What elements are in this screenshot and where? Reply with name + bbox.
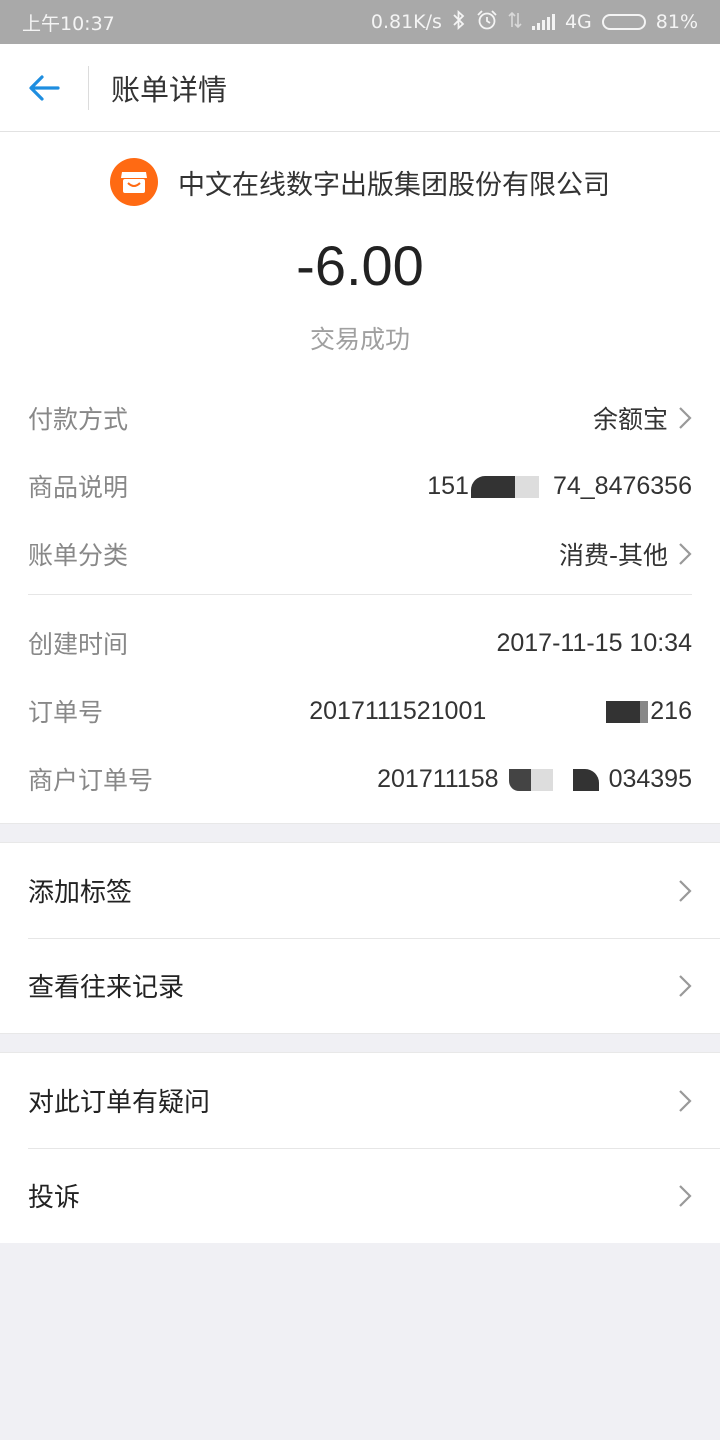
product-desc-row: 商品说明 151 74_8476356 (28, 452, 692, 520)
category-row[interactable]: 账单分类 消费-其他 (28, 520, 692, 588)
order-no-prefix: 2017111521001 (309, 696, 487, 725)
add-tag-label: 添加标签 (28, 878, 133, 908)
payment-method-text: 余额宝 (592, 405, 668, 434)
order-no-value: 2017111521001 216 (309, 697, 692, 726)
alarm-icon (476, 10, 498, 34)
chevron-right-icon (679, 879, 692, 902)
payment-method-row[interactable]: 付款方式 余额宝 (28, 384, 692, 452)
section-gap (0, 1033, 720, 1053)
product-desc-label: 商品说明 (28, 473, 129, 502)
transaction-summary: 中文在线数字出版集团股份有限公司 -6.00 交易成功 (0, 132, 720, 384)
order-no-suffix: 216 (650, 696, 692, 725)
data-arrows-icon (508, 10, 522, 34)
status-icons: 0.81K/s 4G 81% (370, 9, 698, 34)
created-time-row: 创建时间 2017-11-15 10:34 (28, 609, 692, 677)
add-tag-item[interactable]: 添加标签 (0, 843, 720, 938)
transaction-status: 交易成功 (309, 325, 410, 354)
payment-method-value: 余额宝 (593, 400, 692, 436)
redaction-mask (508, 765, 599, 794)
merchant-order-no-label: 商户订单号 (28, 766, 154, 795)
category-value: 消费-其他 (559, 536, 692, 572)
back-button[interactable] (0, 44, 88, 132)
view-history-item[interactable]: 查看往来记录 (0, 938, 720, 1033)
battery-level: 81% (655, 11, 698, 33)
status-bar: 上午10:37 0.81K/s 4G 81% (0, 0, 720, 44)
chevron-right-icon (679, 543, 692, 565)
merchant-order-no-row: 商户订单号 201711158 034395 (28, 745, 692, 813)
product-desc-value: 151 74_8476356 (427, 472, 692, 501)
nav-header: 账单详情 (0, 44, 720, 132)
category-label: 账单分类 (28, 541, 129, 570)
header-divider (88, 65, 89, 110)
created-time-label: 创建时间 (28, 630, 129, 659)
payment-method-label: 付款方式 (28, 405, 129, 434)
merchant-order-no-prefix: 201711158 (377, 764, 499, 793)
merchant-name: 中文在线数字出版集团股份有限公司 (178, 169, 610, 201)
category-text: 消费-其他 (558, 541, 668, 570)
signal-icon (531, 14, 555, 30)
merchant-order-no-value: 201711158 034395 (377, 765, 692, 794)
chevron-right-icon (679, 974, 692, 997)
merchant-order-no-suffix: 034395 (608, 764, 692, 793)
product-desc-prefix: 151 (427, 471, 469, 500)
complaint-label: 投诉 (28, 1183, 81, 1213)
details-group-2: 创建时间 2017-11-15 10:34 订单号 2017111521001 … (28, 609, 692, 823)
network-speed: 0.81K/s (370, 11, 442, 33)
chevron-right-icon (679, 1089, 692, 1112)
chevron-right-icon (679, 407, 692, 429)
battery-icon (601, 14, 646, 30)
complaint-item[interactable]: 投诉 (0, 1148, 720, 1243)
menu-section-1: 添加标签 查看往来记录 (0, 843, 720, 1033)
page-title: 账单详情 (111, 72, 228, 107)
product-desc-suffix: 74_8476356 (552, 471, 692, 500)
chevron-right-icon (679, 1184, 692, 1207)
section-gap (0, 823, 720, 843)
order-no-label: 订单号 (28, 698, 104, 727)
menu-section-2: 对此订单有疑问 投诉 (0, 1053, 720, 1243)
merchant-info: 中文在线数字出版集团股份有限公司 (0, 156, 720, 208)
view-history-label: 查看往来记录 (28, 973, 185, 1003)
shop-icon (110, 158, 158, 206)
transaction-amount: -6.00 (296, 234, 424, 297)
redaction-mask (470, 472, 539, 501)
transaction-details: 付款方式 余额宝 商品说明 151 74_8476356 账单分类 消费-其他 … (0, 384, 720, 823)
redaction-mask (514, 697, 649, 726)
order-no-row: 订单号 2017111521001 216 (28, 677, 692, 745)
bluetooth-icon (452, 9, 466, 34)
arrow-left-icon (29, 74, 60, 101)
order-question-item[interactable]: 对此订单有疑问 (0, 1053, 720, 1148)
details-divider (28, 594, 692, 595)
details-group-1: 付款方式 余额宝 商品说明 151 74_8476356 账单分类 消费-其他 (28, 384, 692, 588)
order-question-label: 对此订单有疑问 (28, 1088, 211, 1118)
created-time-value: 2017-11-15 10:34 (496, 628, 692, 657)
status-time: 上午10:37 (22, 12, 115, 35)
network-type: 4G (564, 11, 592, 33)
